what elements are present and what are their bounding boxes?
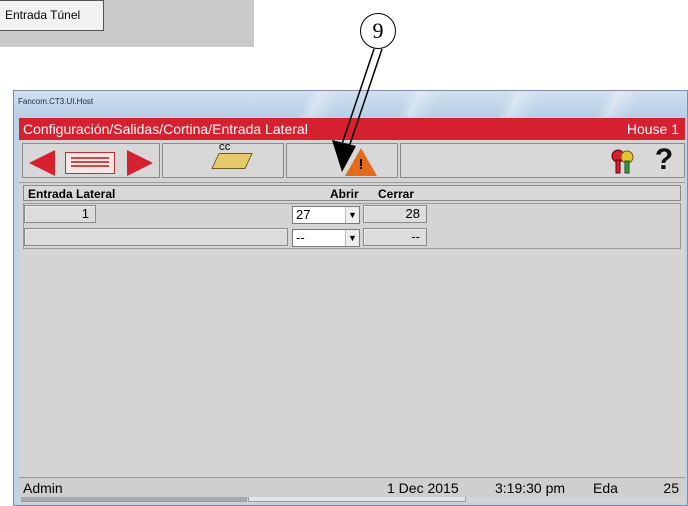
chevron-down-icon[interactable]: ▼ [345,230,359,246]
header-name: Entrada Lateral [28,187,116,201]
app-body: Configuración/Salidas/Cortina/Entrada La… [19,118,685,503]
house-label: House 1 [626,121,679,137]
window-title: Fancom.CT3.UI.Host [18,97,94,106]
navigation-group [22,143,160,178]
arrow-left-icon[interactable] [29,150,55,176]
open-select[interactable]: 27 ▼ [292,206,360,224]
table-row-id: 1 [24,205,96,223]
open-select-2[interactable]: -- ▼ [292,229,360,247]
warning-group [286,143,398,178]
table-header: Entrada Lateral Abrir Cerrar [23,185,681,201]
table-body: 1 27 ▼ 28 -- ▼ -- [23,203,681,249]
entrada-tunel-button[interactable]: Entrada Túnel [0,0,104,31]
status-date: 1 Dec 2015 [387,480,459,496]
header-open: Abrir [330,187,359,201]
arrow-right-icon[interactable] [127,150,153,176]
cc-label: CC [219,143,231,152]
window-titlebar [14,91,687,119]
header-close: Cerrar [378,187,415,201]
status-value: 25 [663,480,679,496]
keys-icon[interactable] [609,147,637,175]
table-row-empty [24,228,288,246]
warning-mark: ! [358,156,364,173]
list-icon[interactable] [65,152,115,174]
status-user: Admin [23,480,63,496]
open-select-value: 27 [296,207,311,222]
callout-number: 9 [360,13,396,49]
status-bar: Admin 1 Dec 2015 3:19:30 pm Eda 25 [19,477,685,497]
breadcrumb: Configuración/Salidas/Cortina/Entrada La… [23,121,308,137]
right-toolbar-group [400,143,685,178]
open-select-2-value: -- [296,230,305,245]
page-header: Configuración/Salidas/Cortina/Entrada La… [19,118,685,140]
background-panel: Entrada Túnel [0,0,254,47]
main-content: Entrada Lateral Abrir Cerrar 1 27 ▼ 28 -… [19,182,685,476]
app-window: Fancom.CT3.UI.Host Configuración/Salidas… [13,90,688,506]
close-value: 28 [363,205,427,223]
chevron-down-icon[interactable]: ▼ [345,207,359,223]
close-value-2: -- [363,228,427,246]
status-time: 3:19:30 pm [495,480,566,496]
help-icon[interactable]: ? [647,144,681,176]
toolbar: CC ! ? [19,141,685,181]
status-mode: Eda [593,480,618,496]
